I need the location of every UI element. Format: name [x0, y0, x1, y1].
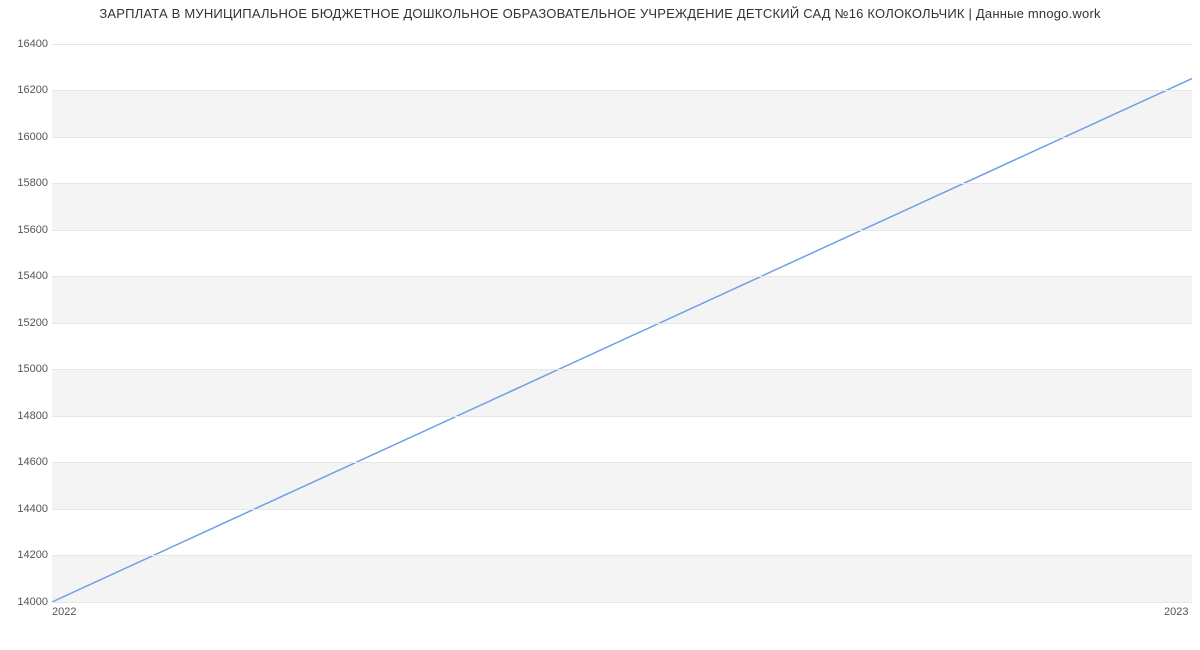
y-tick-label: 16400	[4, 38, 48, 50]
y-tick-label: 15400	[4, 270, 48, 282]
gridline	[52, 416, 1192, 417]
y-tick-label: 14600	[4, 456, 48, 468]
gridline	[52, 369, 1192, 370]
x-tick-label: 2022	[52, 606, 76, 618]
gridline	[52, 183, 1192, 184]
gridline	[52, 137, 1192, 138]
y-tick-label: 15600	[4, 224, 48, 236]
y-tick-label: 14000	[4, 596, 48, 608]
x-tick-label: 2023	[1164, 606, 1188, 618]
y-tick-label: 16200	[4, 84, 48, 96]
gridline	[52, 276, 1192, 277]
chart-title: ЗАРПЛАТА В МУНИЦИПАЛЬНОЕ БЮДЖЕТНОЕ ДОШКО…	[0, 6, 1200, 21]
series-line	[52, 79, 1192, 602]
y-tick-label: 14800	[4, 410, 48, 422]
y-tick-label: 15800	[4, 177, 48, 189]
gridline	[52, 323, 1192, 324]
chart-container: ЗАРПЛАТА В МУНИЦИПАЛЬНОЕ БЮДЖЕТНОЕ ДОШКО…	[0, 0, 1200, 650]
gridline	[52, 90, 1192, 91]
gridline	[52, 230, 1192, 231]
gridline	[52, 509, 1192, 510]
chart-line-layer	[52, 32, 1192, 602]
y-tick-label: 16000	[4, 131, 48, 143]
gridline	[52, 462, 1192, 463]
plot-area	[52, 32, 1192, 603]
gridline	[52, 602, 1192, 603]
y-tick-label: 15200	[4, 317, 48, 329]
gridline	[52, 555, 1192, 556]
gridline	[52, 44, 1192, 45]
y-tick-label: 15000	[4, 363, 48, 375]
y-tick-label: 14400	[4, 503, 48, 515]
y-tick-label: 14200	[4, 549, 48, 561]
